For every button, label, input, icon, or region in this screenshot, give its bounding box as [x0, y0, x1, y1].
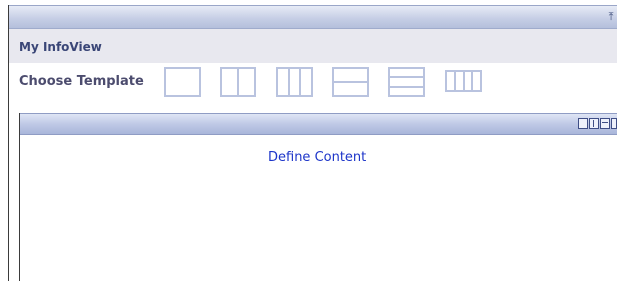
template-pane	[390, 78, 423, 88]
two-column-icon[interactable]	[589, 118, 599, 129]
template-pane	[447, 72, 456, 90]
panel-title-bar	[20, 113, 617, 135]
panel-tools	[578, 118, 617, 129]
choose-template-label: Choose Template	[19, 74, 144, 89]
page-title: My InfoView	[19, 40, 102, 54]
template-pane	[278, 69, 290, 95]
template-pane	[239, 69, 254, 95]
pin-icon[interactable]: ⤒	[605, 11, 617, 23]
maximize-icon[interactable]	[578, 118, 588, 129]
template-pane	[301, 69, 311, 95]
define-content-link[interactable]: Define Content	[268, 150, 366, 165]
template-pane	[334, 83, 367, 95]
header-row: My InfoView	[9, 29, 617, 63]
template-three-row-icon[interactable]	[388, 67, 425, 97]
template-pane	[334, 69, 367, 83]
template-pane	[456, 72, 465, 90]
two-row-icon[interactable]	[600, 118, 610, 129]
template-pane	[222, 69, 239, 95]
template-chooser: Choose Template	[9, 63, 617, 103]
more-icon[interactable]	[611, 118, 617, 129]
top-toolbar: ⤒	[9, 5, 617, 29]
template-pane	[465, 72, 474, 90]
template-single-icon[interactable]	[164, 67, 201, 97]
template-pane	[390, 88, 423, 95]
template-pane	[390, 69, 423, 79]
template-three-column-icon[interactable]	[276, 67, 313, 97]
content-panel: Define Content	[19, 113, 617, 281]
template-four-column-icon[interactable]	[445, 70, 482, 92]
template-pane	[473, 72, 480, 90]
template-two-row-icon[interactable]	[332, 67, 369, 97]
template-pane	[166, 69, 199, 95]
template-two-column-icon[interactable]	[220, 67, 256, 97]
template-pane	[290, 69, 302, 95]
